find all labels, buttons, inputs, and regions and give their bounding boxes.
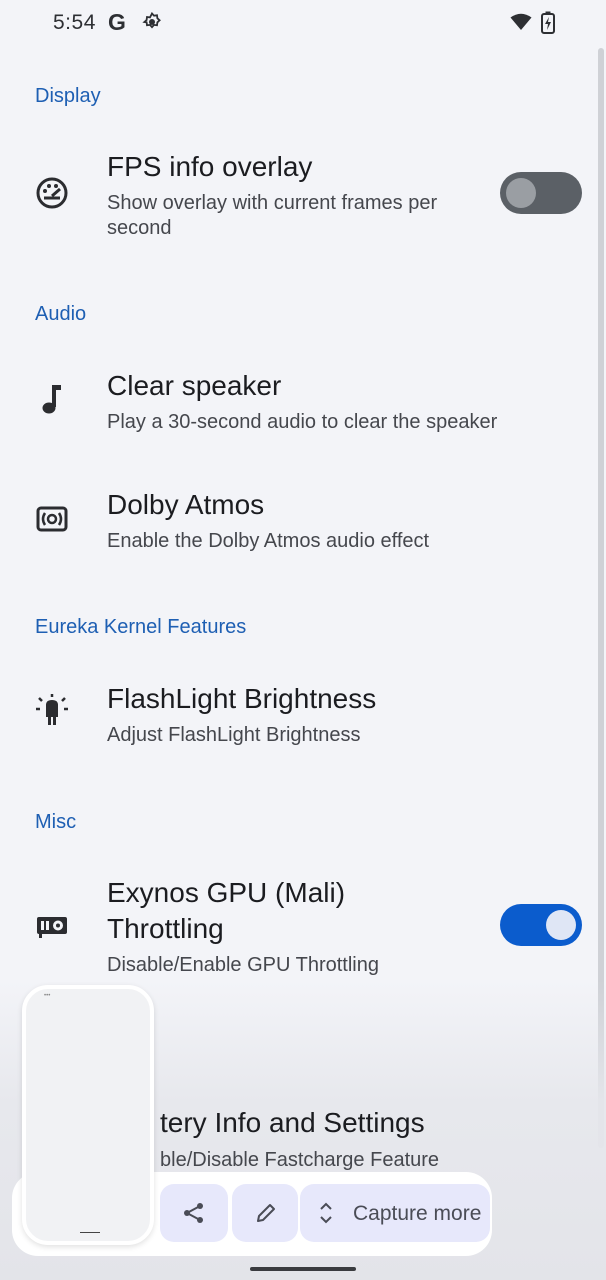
battery-charging-icon: [541, 11, 555, 34]
wifi-icon: [510, 13, 532, 30]
pref-summary: Enable the Dolby Atmos audio effect: [107, 530, 430, 552]
fps-overlay-switch[interactable]: [500, 172, 582, 214]
pref-summary-line-2: second: [107, 217, 172, 239]
section-header-misc: Misc: [35, 811, 77, 833]
flashlight-icon: [36, 694, 68, 725]
pref-title: Dolby Atmos: [107, 489, 265, 520]
switch-thumb: [546, 910, 576, 940]
pref-summary: Play a 30-second audio to clear the spea…: [107, 411, 498, 433]
pref-title-line-2: Throttling: [107, 913, 224, 944]
thumbnail-nav-handle: [80, 1232, 100, 1233]
screenshot-thumbnail[interactable]: •••: [22, 985, 154, 1245]
edit-button[interactable]: [232, 1184, 298, 1242]
gesture-nav-handle[interactable]: [250, 1267, 356, 1271]
pref-title: FPS info overlay: [107, 151, 313, 182]
thumbnail-status-dots: •••: [44, 993, 51, 999]
pref-summary-partial: ble/Disable Fastcharge Feature: [160, 1149, 440, 1171]
switch-thumb: [506, 178, 536, 208]
section-header-eureka-kernel-features: Eureka Kernel Features: [35, 616, 247, 638]
music-note-icon: [42, 385, 61, 414]
pref-title-line-1: Exynos GPU (Mali): [107, 877, 346, 908]
share-icon: [184, 1203, 203, 1223]
section-header-display: Display: [35, 85, 101, 107]
pref-title: Clear speaker: [107, 370, 282, 401]
gear-icon: [142, 12, 161, 29]
google-icon: G: [108, 9, 126, 35]
pref-summary: Adjust FlashLight Brightness: [107, 724, 361, 746]
share-button[interactable]: [160, 1184, 228, 1242]
capture-more-label: Capture more: [353, 1202, 482, 1225]
pref-title-partial: tery Info and Settings: [160, 1107, 425, 1138]
pencil-icon: [257, 1204, 275, 1222]
gpu-icon: [37, 917, 67, 938]
status-bar: 5:54 G: [0, 0, 606, 48]
pref-title: FlashLight Brightness: [107, 683, 377, 714]
pref-summary: Disable/Enable GPU Throttling: [107, 954, 379, 976]
speedometer-icon: [36, 177, 68, 209]
gpu-throttling-switch[interactable]: [500, 904, 582, 946]
chevron-up-down-icon: [320, 1202, 332, 1224]
pref-summary-line-1: Show overlay with current frames per: [107, 192, 438, 214]
surround-sound-icon: [36, 506, 68, 532]
status-time: 5:54: [53, 11, 96, 34]
section-header-audio: Audio: [35, 303, 87, 325]
